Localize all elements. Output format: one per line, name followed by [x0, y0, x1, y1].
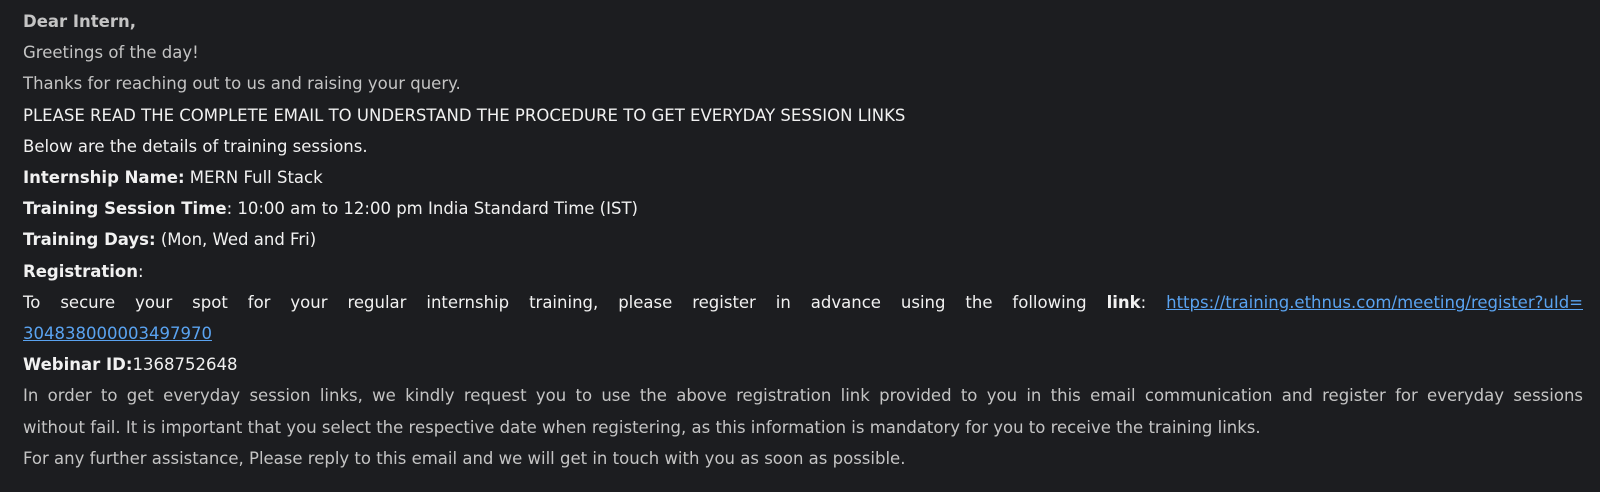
registration-link-part1[interactable]: https://training.ethnus.com/meeting/regi…	[1166, 293, 1583, 312]
notice-line: PLEASE READ THE COMPLETE EMAIL TO UNDERS…	[23, 105, 906, 125]
registration-suffix: :	[137, 261, 144, 281]
training-days-value: (Mon, Wed and Fri)	[155, 230, 317, 250]
session-time-value: : 10:00 am to 12:00 pm India Standard Ti…	[226, 199, 638, 219]
registration-heading: Registration:	[23, 256, 1583, 287]
session-time-row: Training Session Time: 10:00 am to 12:00…	[23, 193, 1583, 224]
training-days-row: Training Days: (Mon, Wed and Fri)	[23, 224, 1583, 255]
internship-value: MERN Full Stack	[184, 168, 323, 188]
webinar-row: Webinar ID:1368752648	[23, 349, 1583, 380]
internship-row: Internship Name: MERN Full Stack	[23, 162, 1583, 193]
instructions-line1: In order to get everyday session links, …	[23, 386, 1583, 406]
salutation: Dear Intern,	[23, 12, 137, 31]
internship-label: Internship Name:	[23, 168, 185, 188]
training-days-label: Training Days:	[23, 230, 156, 250]
webinar-id: 1368752648	[132, 355, 238, 375]
thanks-line: Thanks for reaching out to us and raisin…	[23, 74, 461, 94]
registration-text-line1: To secure your spot for your regular int…	[23, 287, 1583, 318]
greeting: Greetings of the day!	[23, 43, 199, 63]
registration-text-line2: 304838000003497970	[23, 318, 1583, 349]
session-time-label: Training Session Time	[23, 199, 227, 219]
registration-link-word: link	[1106, 292, 1141, 312]
email-body: Dear Intern, Greetings of the day! Thank…	[0, 0, 1600, 492]
instructions-line2: without fail. It is important that you s…	[23, 417, 1261, 437]
webinar-label: Webinar ID:	[23, 355, 133, 375]
registration-text: To secure your spot for your regular int…	[23, 292, 1107, 312]
closing-line: For any further assistance, Please reply…	[23, 448, 906, 468]
intro-line: Below are the details of training sessio…	[23, 136, 368, 156]
registration-colon: :	[1140, 292, 1167, 312]
registration-label: Registration	[23, 261, 138, 281]
registration-link-part2[interactable]: 304838000003497970	[23, 324, 212, 343]
